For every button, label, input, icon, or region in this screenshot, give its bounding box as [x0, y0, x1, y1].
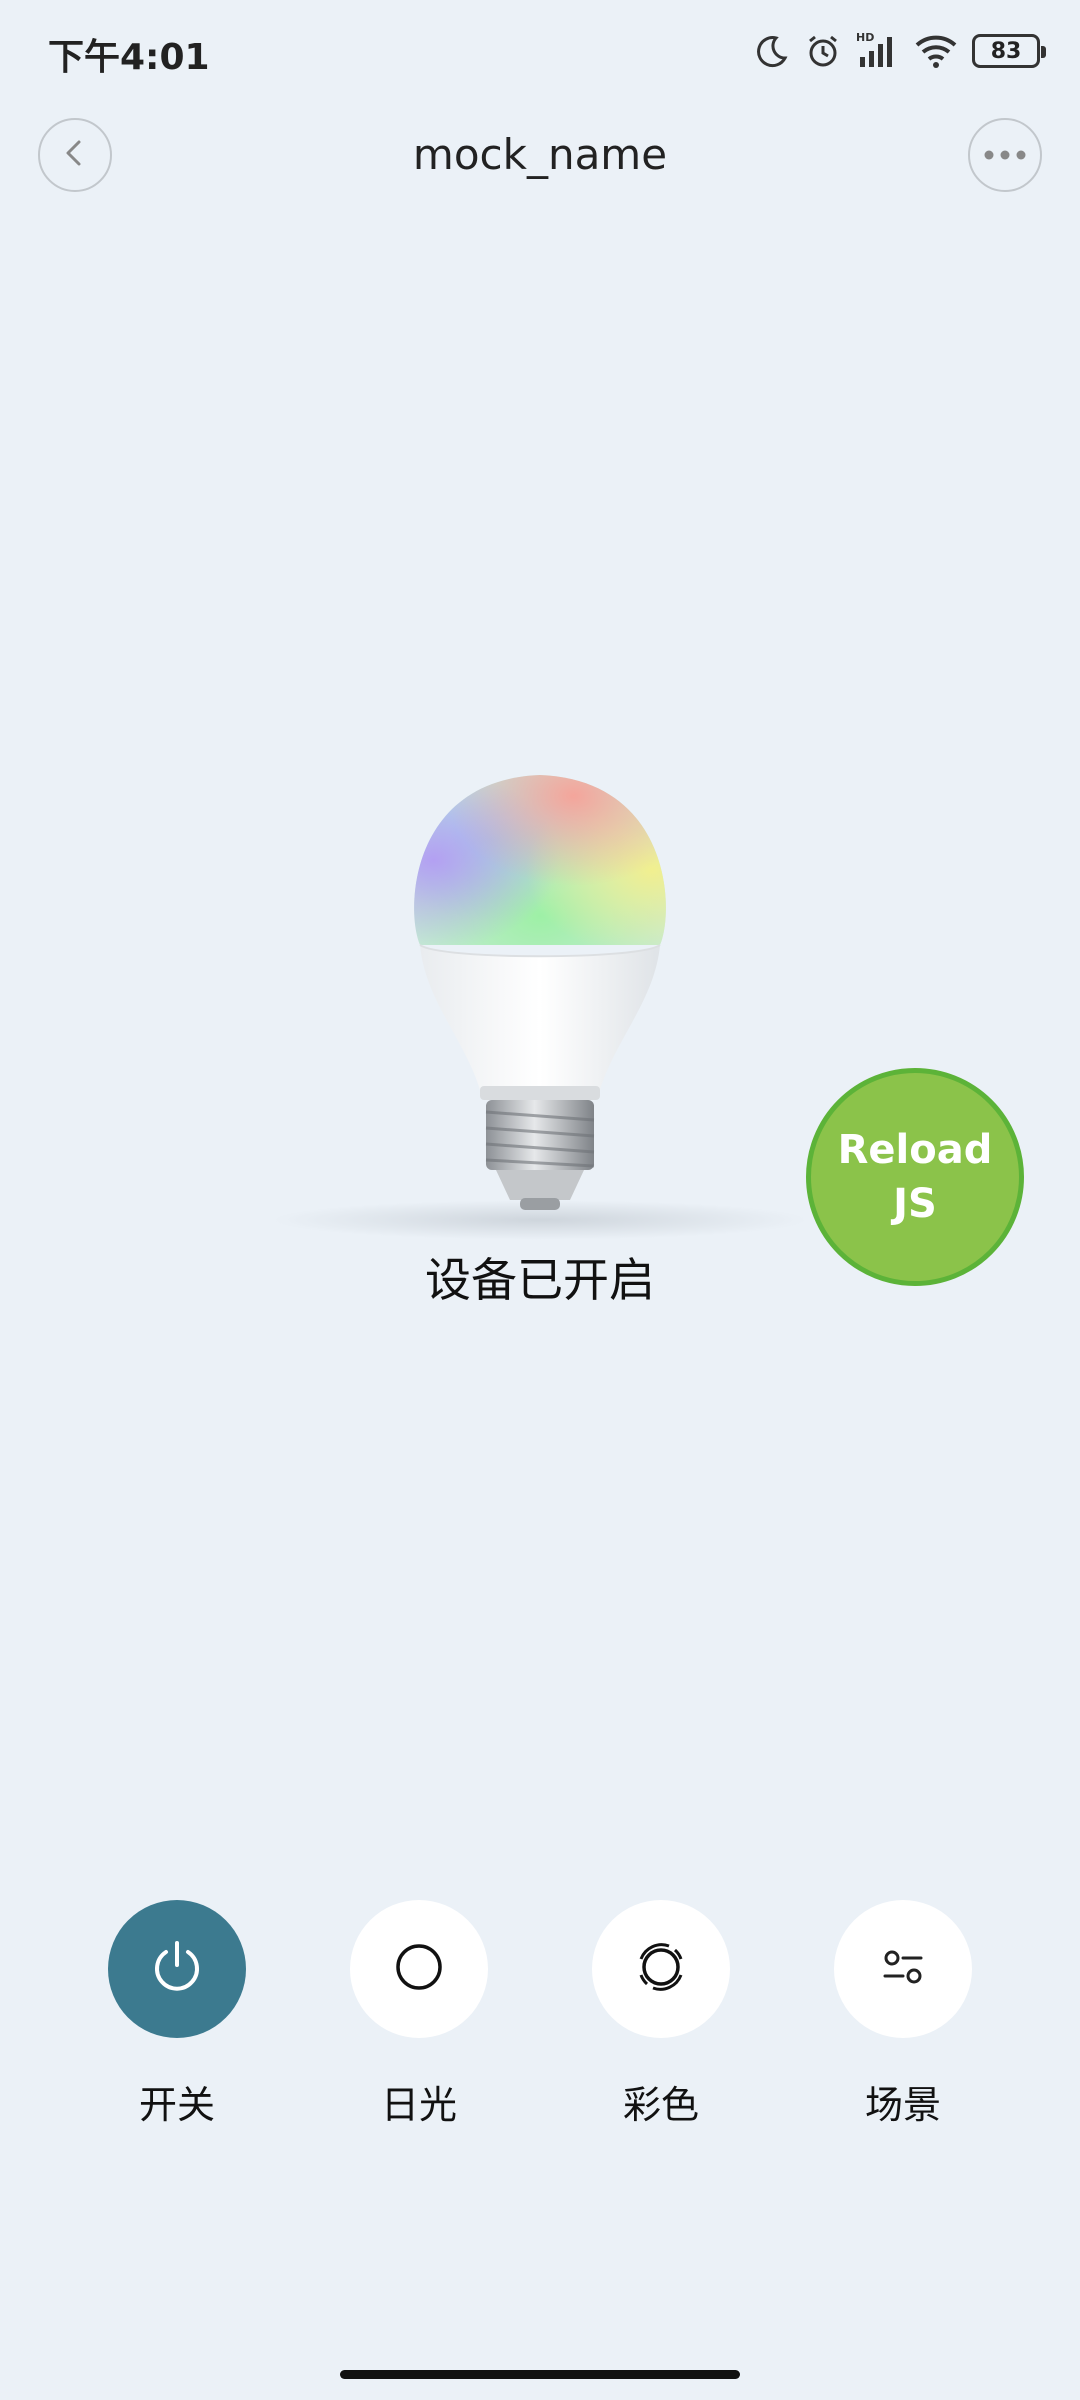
status-icons: HD 83: [754, 26, 1046, 76]
status-time: 下午4:01: [48, 37, 210, 78]
power-button[interactable]: [108, 1900, 246, 2038]
scene-button[interactable]: [834, 1900, 972, 2038]
control-label: 场景: [864, 2083, 941, 2127]
bulb-image: [400, 760, 680, 1240]
home-indicator[interactable]: [340, 2370, 740, 2379]
status-bar: 下午4:01 HD 83: [0, 0, 1080, 100]
mode-controls: 开关 日光 彩色 场景: [0, 1900, 1080, 2140]
control-color[interactable]: 彩色: [591, 1900, 731, 2129]
nav-bar: mock_name: [0, 110, 1080, 200]
alarm-icon: [804, 32, 842, 70]
color-ring-icon: [631, 1937, 691, 2001]
control-label: 开关: [138, 2083, 215, 2127]
more-button[interactable]: [968, 118, 1042, 192]
control-scene[interactable]: 场景: [833, 1900, 973, 2129]
control-label: 彩色: [622, 2083, 699, 2127]
color-button[interactable]: [592, 1900, 730, 2038]
page-title: mock_name: [412, 130, 668, 179]
reload-js-button[interactable]: Reload JS: [806, 1068, 1024, 1286]
control-label: 日光: [380, 2083, 457, 2127]
daylight-button[interactable]: [350, 1900, 488, 2038]
hd-signal-icon: HD: [856, 31, 900, 71]
circle-icon: [391, 1939, 447, 1999]
svg-text:HD: HD: [856, 31, 874, 44]
control-daylight[interactable]: 日光: [349, 1900, 489, 2129]
scene-sliders-icon: [873, 1937, 933, 2001]
battery-icon: 83: [972, 34, 1046, 68]
more-dots-icon: [983, 146, 1027, 165]
battery-level: 83: [990, 38, 1022, 64]
wifi-icon: [914, 33, 958, 69]
control-power[interactable]: 开关: [107, 1900, 247, 2129]
moon-icon: [754, 33, 790, 69]
power-icon: [147, 1937, 207, 2001]
